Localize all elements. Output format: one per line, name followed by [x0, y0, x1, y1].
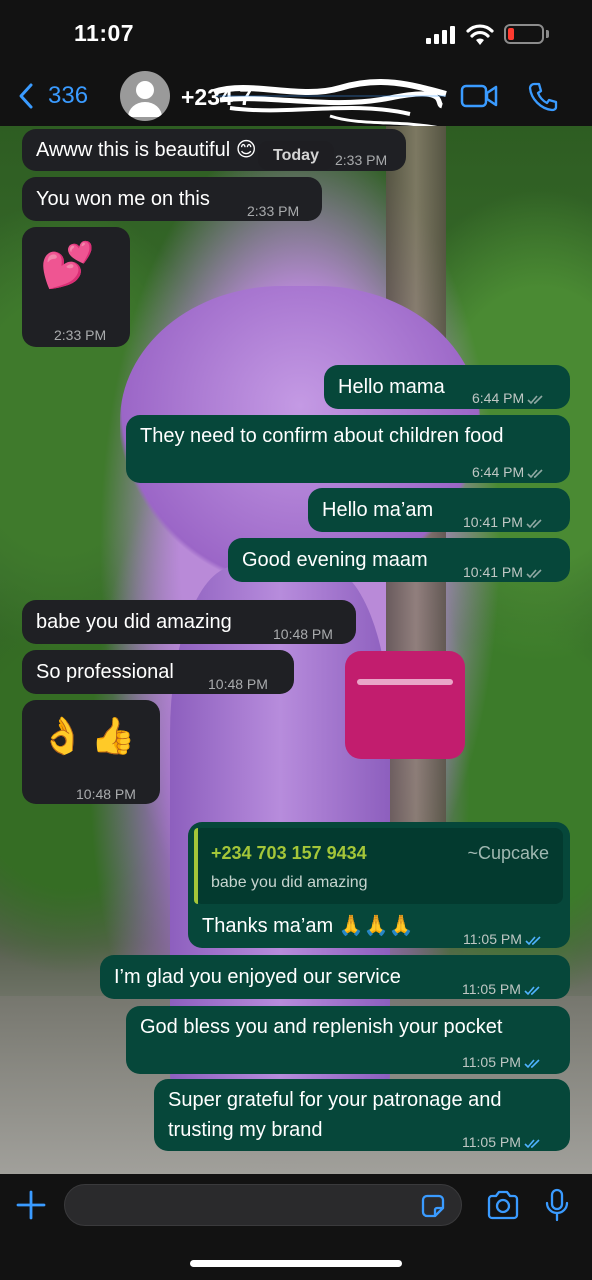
message-time: 10:48 PM: [208, 676, 268, 692]
read-ticks-icon: [527, 395, 543, 404]
battery-icon: [504, 24, 544, 44]
signal-icon: [426, 26, 456, 44]
message-time: 2:33 PM: [335, 152, 388, 168]
read-ticks-icon: [525, 936, 541, 945]
message-input[interactable]: [64, 1184, 462, 1226]
message-time: 11:05 PM: [462, 1134, 521, 1150]
message-bubble[interactable]: I’m glad you enjoyed our service 11:05 P…: [100, 955, 570, 999]
message-text: Hello mama: [338, 376, 445, 398]
message-bubble[interactable]: You won me on this 2:33 PM: [22, 177, 322, 221]
message-time: 10:41 PM: [463, 564, 523, 580]
message-bubble[interactable]: Hello mama 6:44 PM: [324, 365, 570, 409]
message-time: 10:41 PM: [463, 514, 523, 530]
sticker-icon[interactable]: [419, 1192, 447, 1220]
quoted-sender-number: +234 703 157 9434: [211, 843, 367, 863]
message-text: You won me on this: [36, 188, 210, 210]
message-time: 10:48 PM: [273, 626, 333, 642]
quoted-text: babe you did amazing: [211, 874, 368, 891]
date-pill: Today: [258, 141, 334, 170]
phone-icon[interactable]: [528, 80, 560, 112]
camera-icon[interactable]: [486, 1190, 520, 1220]
read-ticks-icon: [527, 469, 543, 478]
status-time: 11:07: [74, 20, 135, 46]
message-text-line1: Super grateful for your patronage and: [168, 1089, 502, 1111]
message-time: 2:33 PM: [247, 203, 300, 219]
avatar[interactable]: [120, 71, 170, 121]
message-bubble[interactable]: Hello ma’am 10:41 PM: [308, 488, 570, 532]
message-text: God bless you and replenish your pocket: [140, 1016, 503, 1038]
read-ticks-icon: [526, 519, 542, 528]
message-text: So professional: [36, 661, 174, 683]
chevron-left-icon[interactable]: [16, 82, 36, 110]
home-indicator[interactable]: [190, 1260, 402, 1267]
read-ticks-icon: [524, 1059, 540, 1068]
quoted-sender-alias: ~Cupcake: [467, 843, 549, 863]
wifi-icon: [466, 24, 494, 45]
emoji-hearts: 💕: [40, 241, 95, 290]
message-time: 6:44 PM: [472, 390, 525, 406]
read-ticks-icon: [526, 569, 542, 578]
video-call-icon[interactable]: [460, 82, 498, 110]
message-text: Thanks ma’am 🙏🙏🙏: [202, 915, 414, 937]
microphone-icon[interactable]: [545, 1188, 569, 1222]
chat-header: 336 +234 7: [0, 66, 592, 130]
quoted-message[interactable]: +234 703 157 9434 ~Cupcake babe you did …: [194, 828, 563, 904]
message-text: I’m glad you enjoyed our service: [114, 966, 401, 988]
plus-icon[interactable]: [16, 1190, 46, 1220]
message-bubble[interactable]: 💕 2:33 PM: [22, 227, 130, 347]
message-time: 10:48 PM: [76, 786, 136, 802]
input-bar: [0, 1174, 592, 1280]
back-button-count[interactable]: 336: [48, 82, 88, 110]
message-time: 2:33 PM: [54, 327, 107, 343]
message-time: 11:05 PM: [463, 931, 522, 947]
message-bubble[interactable]: Good evening maam 10:41 PM: [228, 538, 570, 582]
message-bubble[interactable]: babe you did amazing 10:48 PM: [22, 600, 356, 644]
message-bubble[interactable]: 👌👍 10:48 PM: [22, 700, 160, 804]
message-bubble[interactable]: God bless you and replenish your pocket …: [126, 1006, 570, 1074]
message-text: Awww this is beautiful 😊: [36, 139, 257, 161]
message-bubble[interactable]: Super grateful for your patronage and tr…: [154, 1079, 570, 1151]
message-text-line2: trusting my brand: [168, 1119, 323, 1141]
message-bubble[interactable]: So professional 10:48 PM: [22, 650, 294, 694]
reply-message-bubble[interactable]: +234 703 157 9434 ~Cupcake babe you did …: [188, 822, 570, 948]
read-ticks-icon: [524, 1139, 540, 1148]
read-ticks-icon: [524, 986, 540, 995]
avatar-icon: [128, 81, 162, 117]
message-text: They need to confirm about children food: [140, 425, 504, 447]
message-time: 11:05 PM: [462, 1054, 521, 1070]
message-time: 11:05 PM: [462, 981, 521, 997]
message-text: babe you did amazing: [36, 611, 232, 633]
message-bubble[interactable]: They need to confirm about children food…: [126, 415, 570, 483]
message-text: Good evening maam: [242, 549, 428, 571]
message-bubble[interactable]: Awww this is beautiful 😊 2:33 PM: [22, 129, 406, 171]
message-text: Hello ma’am: [322, 499, 434, 521]
status-bar: 11:07: [0, 0, 592, 66]
message-time: 6:44 PM: [472, 464, 525, 480]
emoji-ok-thumbs: 👌👍: [40, 715, 142, 756]
